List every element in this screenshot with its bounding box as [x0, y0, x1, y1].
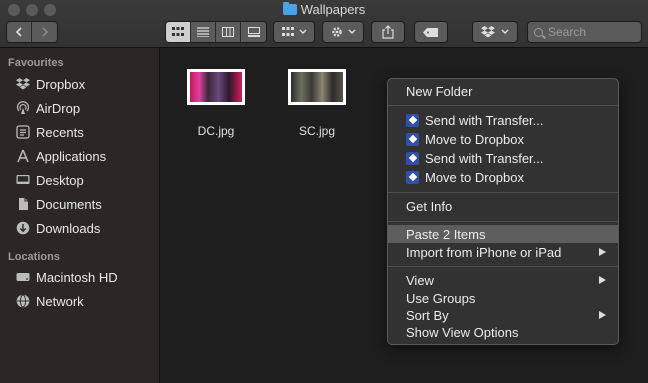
search-field[interactable]: Search [527, 21, 642, 43]
sidebar-item-label: Documents [36, 196, 102, 212]
sidebar-item-label: Network [36, 293, 84, 309]
context-menu: New Folder Send with Transfer... Move to… [387, 78, 619, 345]
columns-icon [222, 27, 234, 37]
sidebar-heading-favourites: Favourites [8, 57, 64, 69]
menu-separator [388, 266, 618, 267]
sidebar-item-label: Applications [36, 148, 107, 164]
network-icon [16, 294, 30, 308]
folder-icon [282, 2, 297, 15]
applications-icon [17, 149, 29, 163]
file-item[interactable]: DC.jpg [171, 69, 261, 138]
sidebar-heading-locations: Locations [8, 251, 60, 263]
documents-icon [19, 198, 28, 210]
sidebar: Favourites Dropbox AirDrop Recents Appli… [0, 48, 160, 383]
menu-item-import-from-iphone[interactable]: Import from iPhone or iPad [388, 243, 618, 261]
menu-separator [388, 192, 618, 193]
menu-separator [388, 221, 618, 222]
file-name: SC.jpg [298, 124, 336, 138]
list-icon [197, 27, 209, 37]
chevron-down-icon [299, 29, 306, 34]
dropbox-icon [406, 132, 419, 146]
chevron-down-icon [348, 29, 355, 34]
forward-button[interactable] [32, 22, 57, 42]
dropbox-icon [406, 113, 419, 127]
downloads-icon [16, 221, 30, 235]
file-item[interactable]: SC.jpg [272, 69, 362, 138]
file-name: DC.jpg [197, 124, 235, 138]
submenu-arrow-icon [599, 311, 606, 319]
dropbox-icon [481, 26, 495, 38]
menu-item-new-folder[interactable]: New Folder [388, 82, 618, 100]
dropbox-icon [406, 170, 419, 184]
sidebar-item-label: Desktop [36, 172, 84, 188]
menu-item-move-to-dropbox[interactable]: Move to Dropbox [388, 168, 618, 186]
icon-view-button[interactable] [166, 22, 191, 42]
sidebar-item-airdrop[interactable]: AirDrop [16, 98, 80, 118]
chevron-down-icon [501, 29, 509, 34]
menu-item-view[interactable]: View [388, 271, 618, 289]
dropbox-button[interactable] [472, 21, 518, 43]
search-icon [534, 27, 543, 37]
airdrop-icon [16, 101, 30, 114]
sidebar-item-documents[interactable]: Documents [16, 194, 102, 214]
submenu-arrow-icon [599, 248, 606, 256]
menu-item-sort-by[interactable]: Sort By [388, 306, 618, 324]
menu-separator [388, 105, 618, 106]
gear-icon [331, 27, 342, 37]
back-button[interactable] [7, 22, 32, 42]
group-icon [281, 27, 294, 36]
sidebar-item-label: AirDrop [36, 100, 81, 116]
sidebar-item-macintosh-hd[interactable]: Macintosh HD [16, 267, 118, 287]
share-button[interactable] [371, 21, 405, 43]
search-placeholder: Search [548, 25, 587, 39]
column-view-button[interactable] [216, 22, 241, 42]
titlebar: Wallpapers Search [0, 0, 648, 48]
tags-button[interactable] [414, 21, 448, 43]
chevron-right-icon [41, 27, 48, 37]
tag-icon [423, 27, 438, 37]
dropbox-icon [16, 78, 30, 90]
disk-icon [16, 273, 30, 281]
menu-item-move-to-dropbox[interactable]: Move to Dropbox [388, 130, 618, 148]
submenu-arrow-icon [599, 276, 606, 284]
menu-item-get-info[interactable]: Get Info [388, 197, 618, 215]
menu-item-send-with-transfer[interactable]: Send with Transfer... [388, 111, 618, 129]
share-icon [382, 25, 394, 39]
finder-window: Wallpapers Search Favourites Dropbox Air… [0, 0, 648, 383]
sidebar-item-label: Downloads [36, 220, 101, 236]
grid-icon [172, 27, 184, 36]
menu-item-use-groups[interactable]: Use Groups [388, 289, 618, 307]
sidebar-item-label: Dropbox [36, 76, 86, 92]
nav-buttons [6, 21, 58, 43]
gallery-icon [247, 27, 260, 37]
action-button[interactable] [322, 21, 364, 43]
group-by-button[interactable] [273, 21, 315, 43]
sidebar-item-recents[interactable]: Recents [16, 122, 84, 142]
file-thumbnail [187, 69, 245, 105]
sidebar-item-applications[interactable]: Applications [16, 146, 106, 166]
view-mode-control [165, 21, 267, 43]
gallery-view-button[interactable] [241, 22, 266, 42]
desktop-icon [16, 175, 30, 184]
sidebar-item-desktop[interactable]: Desktop [16, 170, 84, 190]
chevron-left-icon [15, 27, 22, 37]
menu-item-send-with-transfer[interactable]: Send with Transfer... [388, 149, 618, 167]
sidebar-item-label: Macintosh HD [36, 269, 118, 285]
sidebar-item-label: Recents [36, 124, 84, 140]
menu-item-show-view-options[interactable]: Show View Options [388, 323, 618, 341]
dropbox-icon [406, 151, 419, 165]
sidebar-item-downloads[interactable]: Downloads [16, 218, 100, 238]
file-thumbnail [288, 69, 346, 105]
sidebar-item-network[interactable]: Network [16, 291, 84, 311]
window-title: Wallpapers [0, 2, 648, 17]
list-view-button[interactable] [191, 22, 216, 42]
recents-icon [16, 125, 30, 139]
sidebar-item-dropbox[interactable]: Dropbox [16, 74, 85, 94]
menu-item-paste[interactable]: Paste 2 Items [388, 225, 618, 243]
